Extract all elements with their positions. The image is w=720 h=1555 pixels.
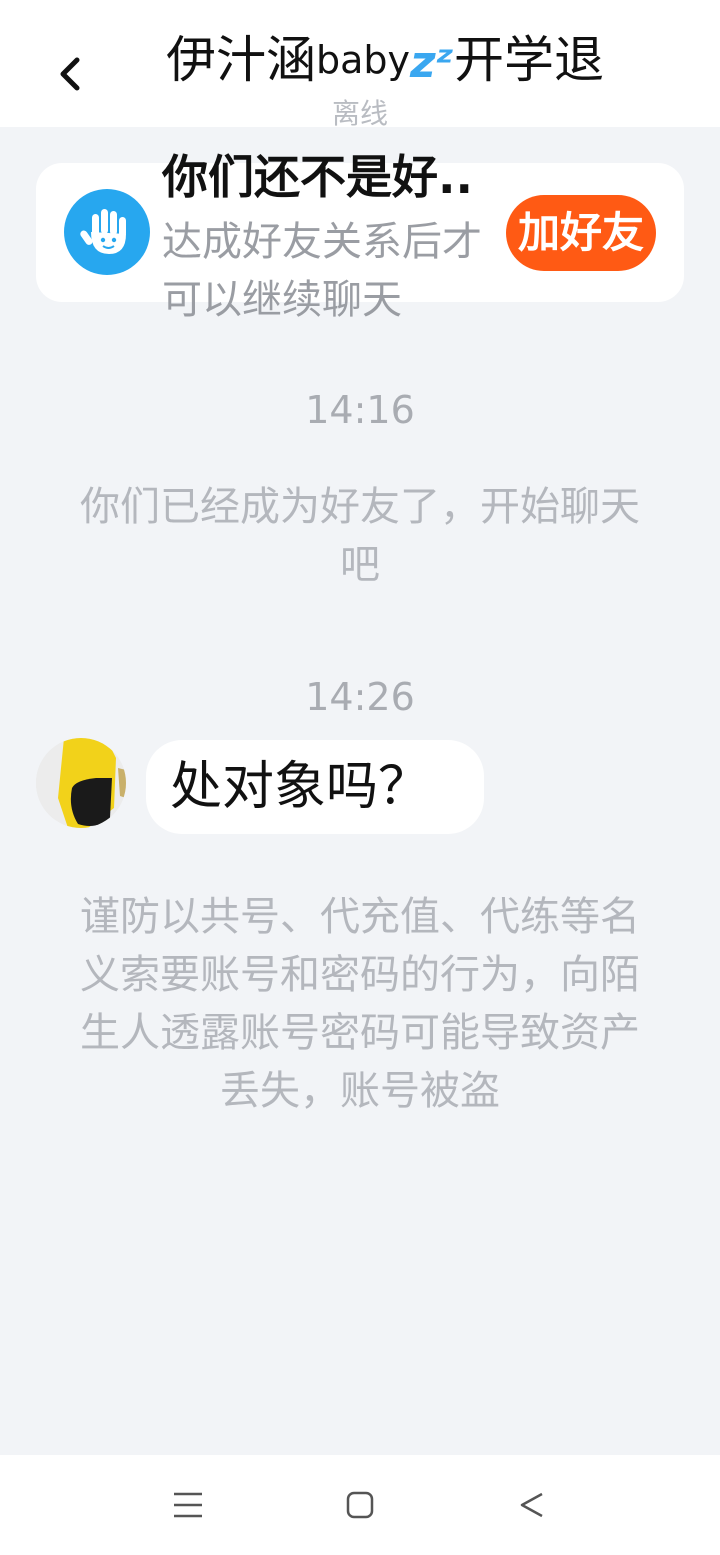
title-baby: baby (315, 38, 411, 82)
system-message: 你们已经成为好友了，开始聊天吧 (80, 484, 640, 588)
chat-header: 伊汁涵babyzᶻ开学退 离线 (0, 0, 720, 130)
sleep-zz-icon: zᶻ (410, 37, 454, 88)
menu-button[interactable] (158, 1475, 218, 1535)
title-suffix: 开学退 (454, 31, 604, 89)
timestamp: 14:16 (305, 388, 415, 432)
home-square-icon (346, 1491, 374, 1519)
title-name: 伊汁涵 (165, 31, 316, 89)
add-friend-button[interactable]: 加好友 (506, 195, 656, 271)
chat-screen: 伊汁涵babyzᶻ开学退 离线 你们还不是好.. 达成好友关系后才可以继续聊天 … (0, 0, 720, 1555)
page-title: 伊汁涵babyzᶻ开学退 (150, 28, 620, 92)
card-title: 你们还不是好.. (162, 150, 473, 204)
menu-icon (174, 1492, 202, 1518)
triangle-back-icon (520, 1492, 543, 1518)
chevron-left-icon (60, 57, 80, 91)
timestamp: 14:26 (305, 675, 415, 719)
message-bubble[interactable]: 处对象吗？ (146, 740, 484, 834)
avatar[interactable] (36, 738, 126, 828)
waving-hand-icon (64, 189, 150, 275)
security-warning: 谨防以共号、代充值、代练等名义索要账号和密码的行为，向陌生人透露账号密码可能导致… (80, 894, 640, 1114)
card-subtitle: 达成好友关系后才可以继续聊天 (162, 219, 482, 323)
nav-back-button[interactable] (502, 1475, 562, 1535)
add-friend-card: 你们还不是好.. 达成好友关系后才可以继续聊天 加好友 (36, 150, 684, 323)
online-status: 离线 (331, 97, 388, 130)
back-button[interactable] (40, 44, 100, 104)
home-button[interactable] (330, 1475, 390, 1535)
system-nav-bar (0, 1455, 720, 1555)
